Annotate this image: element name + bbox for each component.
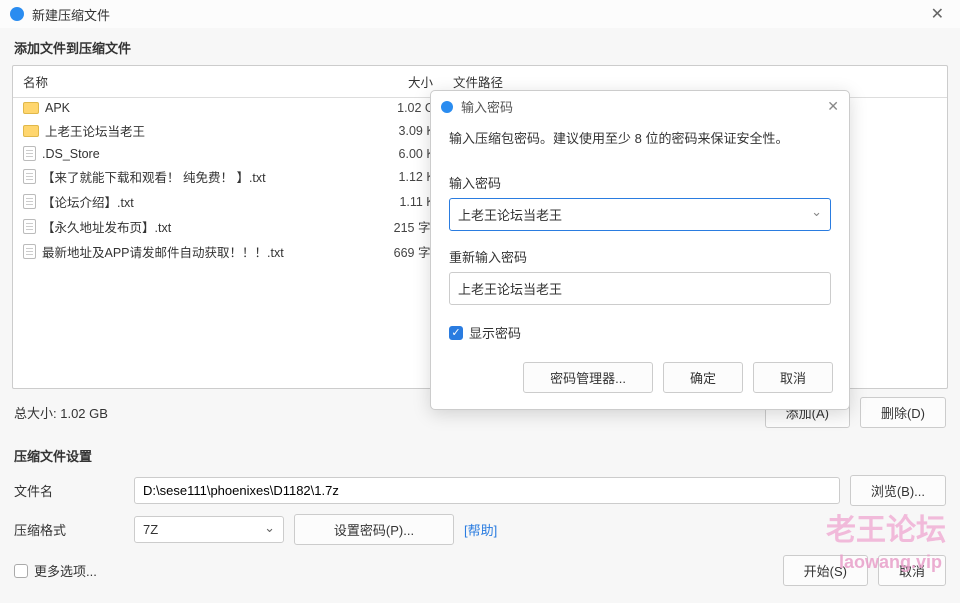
folder-icon: [23, 102, 39, 114]
show-password-row[interactable]: 显示密码: [449, 323, 831, 342]
repassword-value: 上老王论坛当老王: [458, 282, 562, 297]
window-title: 新建压缩文件: [32, 5, 110, 24]
settings-label: 压缩文件设置: [0, 436, 960, 471]
window-close-icon[interactable]: ✕: [925, 2, 950, 26]
file-name: 【来了就能下载和观看！ 纯免费！ 】.txt: [42, 167, 266, 186]
total-size: 总大小: 1.02 GB: [14, 403, 108, 422]
filename-row: 文件名 浏览(B)...: [0, 471, 960, 510]
filename-label: 文件名: [14, 481, 124, 500]
password-value: 上老王论坛当老王: [458, 208, 562, 223]
password-manager-button[interactable]: 密码管理器...: [523, 362, 653, 393]
format-row: 压缩格式 7Z 设置密码(P)... [帮助]: [0, 510, 960, 549]
section-label: 添加文件到压缩文件: [0, 28, 960, 65]
show-password-checkbox[interactable]: [449, 326, 463, 340]
file-icon: [23, 244, 36, 259]
show-password-label: 显示密码: [469, 323, 521, 342]
file-name: APK: [45, 101, 70, 115]
cancel-button[interactable]: 取消: [878, 555, 946, 586]
chevron-down-icon[interactable]: ⌄: [811, 204, 822, 220]
repassword-input[interactable]: 上老王论坛当老王: [449, 272, 831, 305]
app-icon: [10, 7, 24, 21]
titlebar: 新建压缩文件 ✕: [0, 0, 960, 28]
file-name: 【永久地址发布页】.txt: [42, 217, 171, 236]
file-name: 上老王论坛当老王: [45, 121, 145, 140]
password-label: 输入密码: [449, 173, 831, 192]
dialog-hint: 输入压缩包密码。建议使用至少 8 位的密码来保证安全性。: [449, 128, 831, 147]
set-password-button[interactable]: 设置密码(P)...: [294, 514, 454, 545]
more-checkbox[interactable]: [14, 564, 28, 578]
file-icon: [23, 169, 36, 184]
dialog-cancel-button[interactable]: 取消: [753, 362, 833, 393]
format-select[interactable]: 7Z: [134, 516, 284, 543]
repassword-label: 重新输入密码: [449, 247, 831, 266]
file-name: .DS_Store: [42, 147, 100, 161]
dialog-icon: [441, 101, 453, 113]
format-label: 压缩格式: [14, 520, 124, 539]
format-value: 7Z: [143, 522, 158, 537]
help-link[interactable]: [帮助]: [464, 520, 497, 539]
bottom-actions: 更多选项... 开始(S) 取消: [0, 549, 960, 598]
file-icon: [23, 194, 36, 209]
file-name: 最新地址及APP请发邮件自动获取！！！.txt: [42, 242, 284, 261]
delete-button[interactable]: 删除(D): [860, 397, 946, 428]
more-label: 更多选项...: [34, 561, 97, 580]
more-options[interactable]: 更多选项...: [14, 561, 97, 580]
filename-input[interactable]: [134, 477, 840, 504]
ok-button[interactable]: 确定: [663, 362, 743, 393]
file-name: 【论坛介绍】.txt: [42, 192, 134, 211]
dialog-titlebar: 输入密码 ✕: [431, 91, 849, 122]
password-input[interactable]: 上老王论坛当老王 ⌄: [449, 198, 831, 231]
file-icon: [23, 146, 36, 161]
start-button[interactable]: 开始(S): [783, 555, 868, 586]
dialog-title: 输入密码: [461, 97, 513, 116]
dialog-close-icon[interactable]: ✕: [827, 98, 839, 115]
browse-button[interactable]: 浏览(B)...: [850, 475, 946, 506]
col-name[interactable]: 名称: [13, 66, 373, 97]
password-dialog: 输入密码 ✕ 输入压缩包密码。建议使用至少 8 位的密码来保证安全性。 输入密码…: [430, 90, 850, 410]
folder-icon: [23, 125, 39, 137]
file-icon: [23, 219, 36, 234]
